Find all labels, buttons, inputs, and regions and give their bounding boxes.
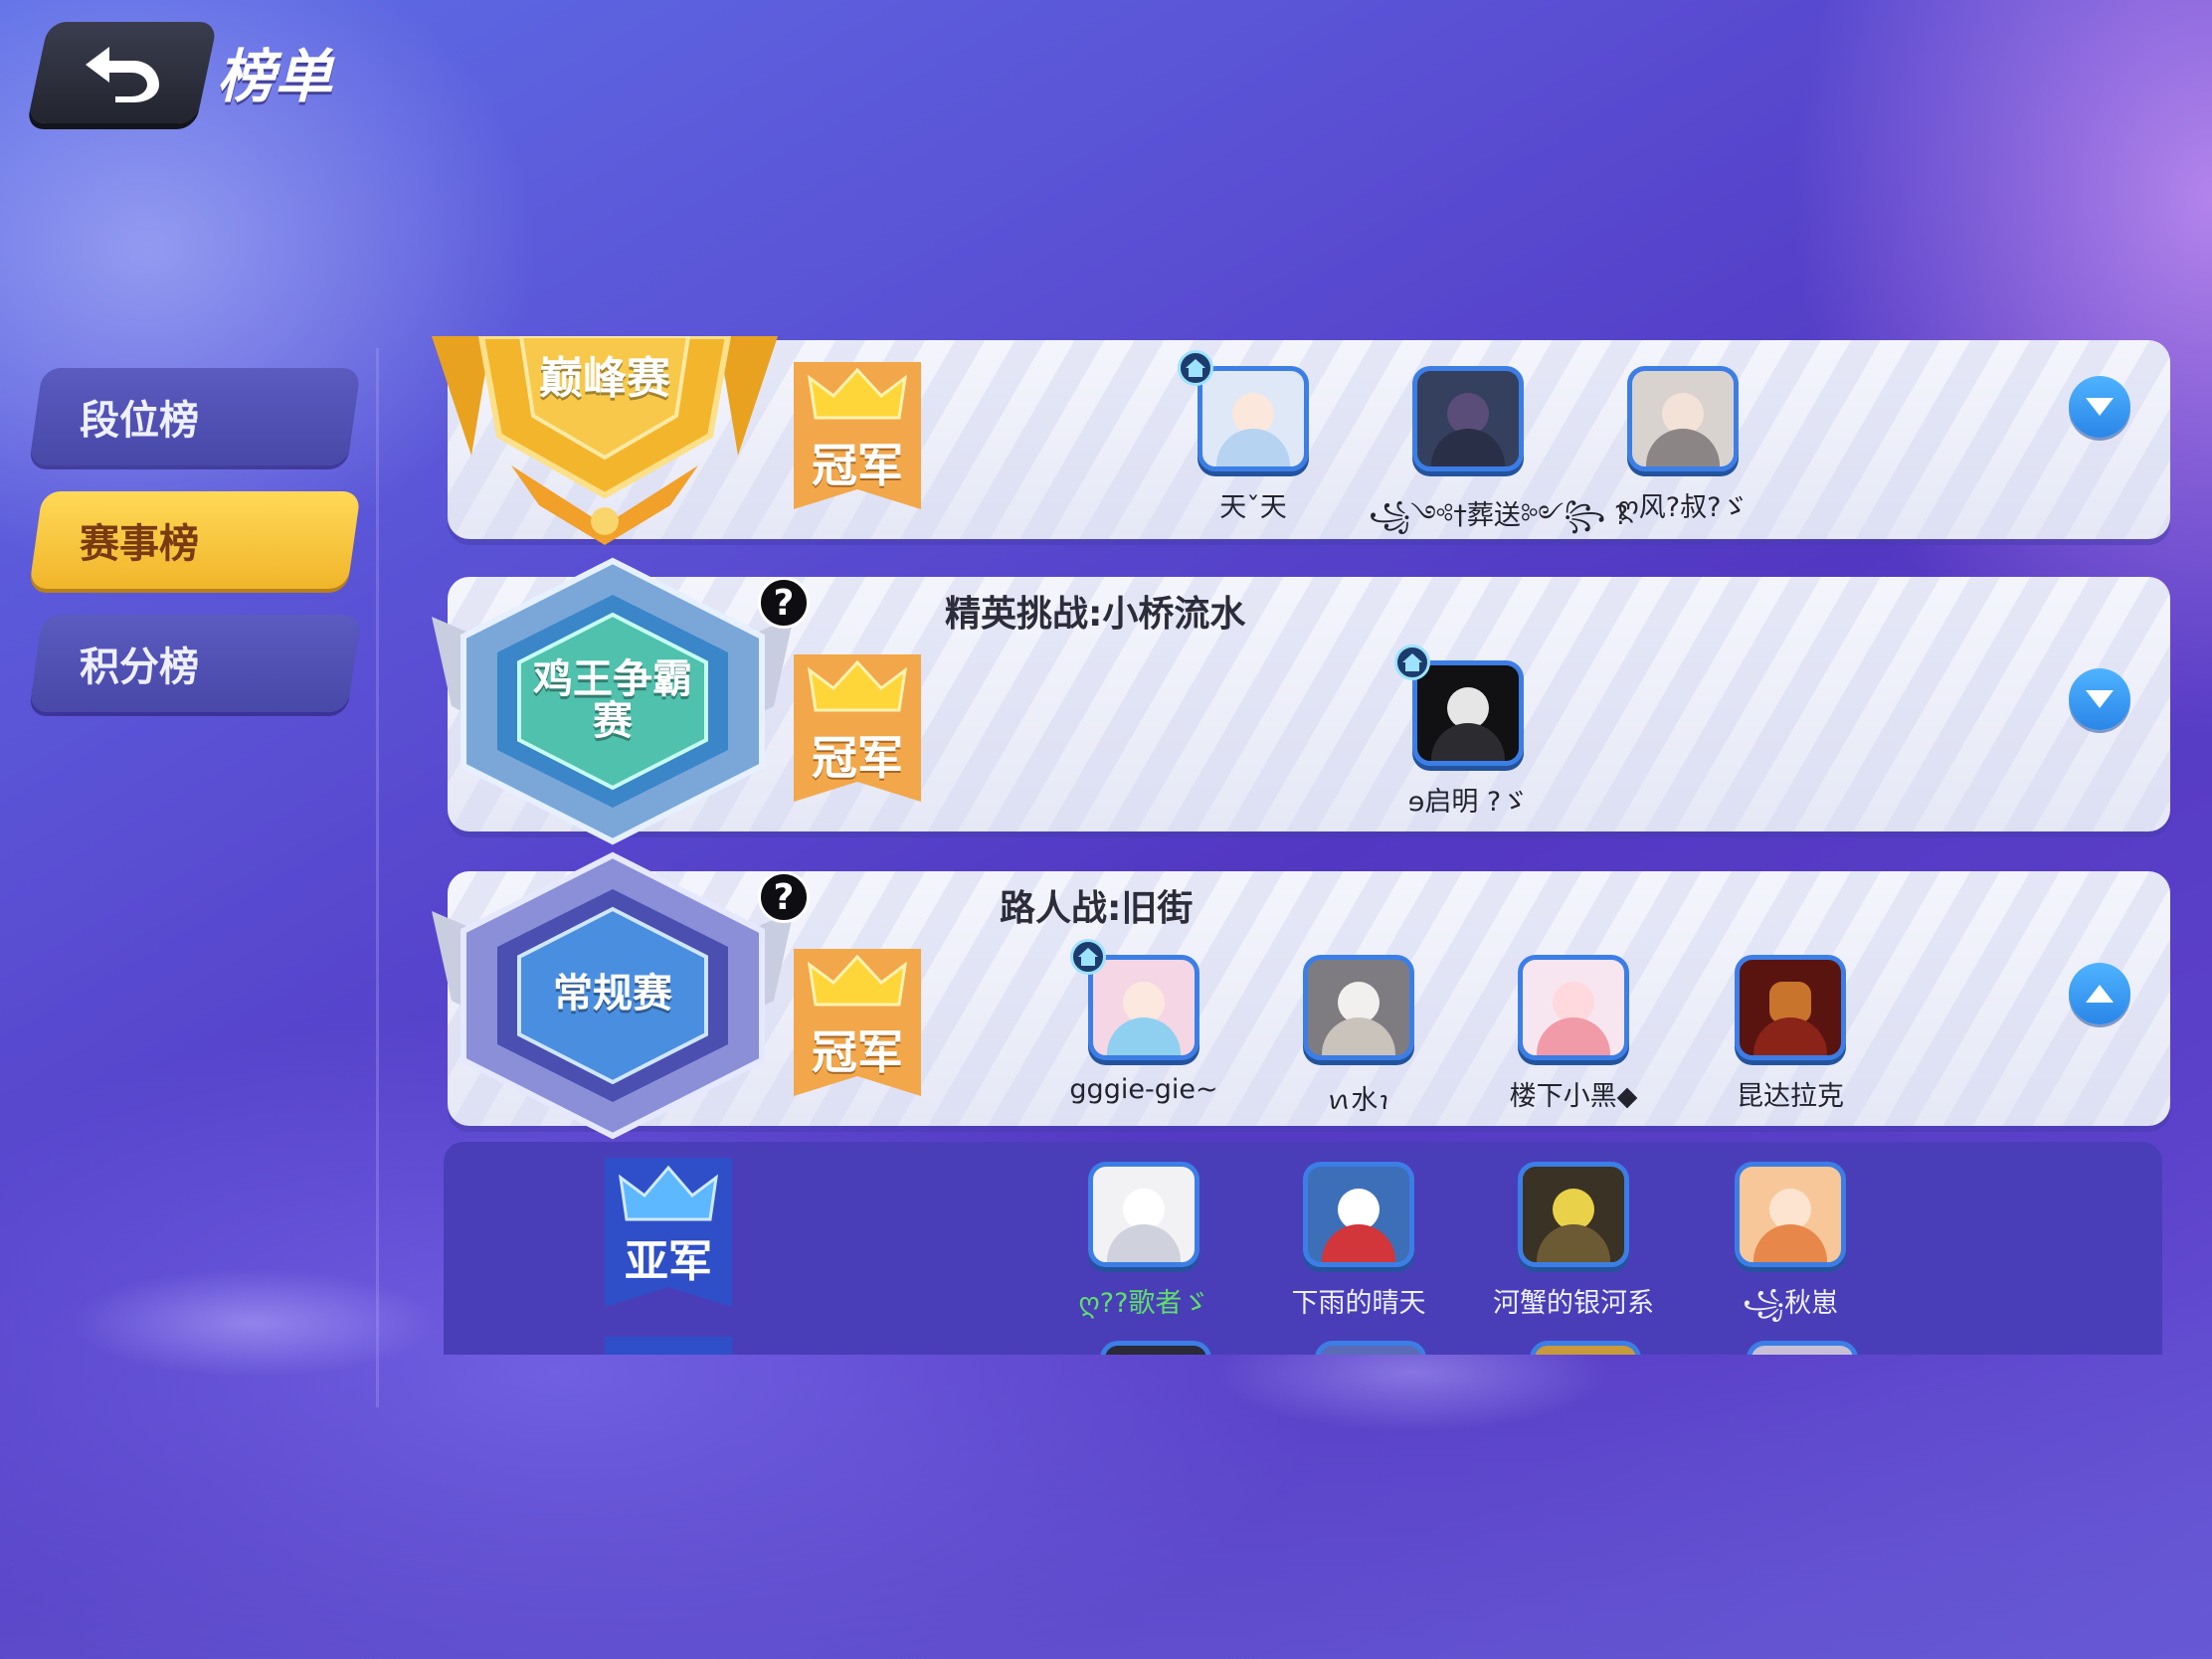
rank-label: 冠军 [812,439,903,492]
rank-label: 冠军 [812,1025,903,1079]
champion-ribbon: 冠军 [794,949,921,1096]
player-entry[interactable]: 楼下小黑◆ [1474,955,1673,1113]
sidebar-item-event-board[interactable]: 赛事榜 [29,491,361,589]
player-avatar[interactable] [1518,955,1629,1060]
expanded-results-panel: 亚军 ღ??歌者ゞ 下雨的晴天 河蟹的银河系 ꧁秋崽 [444,1142,2162,1355]
player-avatar[interactable] [1735,1162,1846,1267]
chevron-down-icon [2086,398,2114,416]
player-avatar[interactable] [1518,1162,1629,1267]
event-badge-regular: 常规赛 [432,851,794,1140]
event-title: 路人战:旧街 [1000,888,1194,929]
sidebar-item-label: 积分榜 [80,645,199,690]
player-name: ꧁༺†葬送༻꧂ ? [1369,500,1629,531]
player-entry[interactable]: ღ风?叔?ゞ [1583,366,1782,524]
player-avatar[interactable] [1088,1162,1199,1267]
event-badge-chicken-king: 鸡王争霸赛 [432,557,794,845]
player-name: 下雨的晴天 [1291,1288,1426,1319]
player-avatar[interactable] [1747,1341,1858,1355]
player-name: ɘ启明 ?ゞ [1407,787,1529,818]
player-entry[interactable]: 下雨的晴天 [1259,1162,1458,1320]
sidebar-item-points-board[interactable]: 积分榜 [29,615,361,712]
player-entry[interactable]: gggie-gie~ [1044,955,1243,1105]
player-avatar[interactable] [1303,1162,1414,1267]
event-title: 精英挑战:小桥流水 [945,594,1246,635]
home-icon [1394,645,1430,680]
player-entry[interactable]: ɘ启明 ?ゞ [1369,660,1567,819]
sidebar-item-label: 赛事榜 [80,521,199,567]
home-icon [1178,350,1213,386]
player-avatar[interactable] [1303,955,1414,1060]
back-arrow-icon [86,47,159,102]
player-avatar[interactable] [1530,1341,1641,1355]
player-name: gggie-gie~ [1069,1074,1218,1105]
event-badge-peak: 巅峰赛 [432,333,778,545]
player-entry[interactable]: ღ??歌者ゞ [1044,1162,1243,1320]
player-name: ღ??歌者ゞ [1078,1288,1209,1319]
collapse-toggle[interactable] [2069,963,2130,1024]
player-name: 河蟹的银河系 [1493,1288,1654,1319]
player-avatar[interactable] [1735,955,1846,1060]
player-avatar[interactable] [1412,660,1524,766]
expand-toggle[interactable] [2069,668,2130,730]
player-name: 昆达拉克 [1737,1081,1844,1112]
help-icon[interactable]: ? [758,577,810,629]
player-name: ღ风?叔?ゞ [1617,492,1749,523]
player-entry[interactable]: 昆达拉克 [1691,955,1890,1113]
page-title: 榜单 [217,43,333,110]
home-icon [1070,939,1106,975]
player-entry[interactable]: ꧁༺†葬送༻꧂ ? [1369,366,1629,561]
player-avatar[interactable] [1100,1341,1211,1355]
chevron-down-icon [2086,690,2114,708]
player-entry[interactable]: 河蟹的银河系 [1474,1162,1673,1320]
chevron-up-icon [2086,985,2114,1003]
stage-spotlight [70,1268,438,1378]
player-avatar[interactable] [1088,955,1199,1060]
player-entry[interactable]: ꧁秋崽 [1691,1162,1890,1337]
rank-label: 冠军 [812,731,903,785]
player-name: 楼下小黑◆ [1509,1081,1638,1112]
event-badge-label: 鸡王争霸赛 [533,656,692,744]
next-rank-ribbon [605,1337,732,1355]
champion-ribbon: 冠军 [794,654,921,802]
sidebar-item-rank-board[interactable]: 段位榜 [29,368,361,465]
rank-label: 亚军 [625,1236,712,1287]
player-name: 天ˇ天 [1219,492,1287,523]
sidebar-item-label: 段位榜 [80,398,199,444]
player-avatar[interactable] [1198,366,1309,471]
expand-toggle[interactable] [2069,376,2130,438]
event-badge-label: 常规赛 [553,971,672,1016]
player-avatar[interactable] [1627,366,1739,471]
player-name: ꧁秋崽 [1742,1288,1839,1319]
player-entry[interactable]: ꪕ水ꪱ [1259,955,1458,1131]
player-avatar[interactable] [1412,366,1524,471]
player-name: ꪕ水ꪱ [1327,1085,1390,1116]
help-icon[interactable]: ? [758,871,810,923]
runner-up-ribbon: 亚军 [605,1158,732,1307]
player-avatar[interactable] [1315,1341,1426,1355]
back-button[interactable] [27,22,218,123]
champion-ribbon: 冠军 [794,362,921,509]
sidebar-divider [376,348,379,1407]
event-badge-label: 巅峰赛 [539,353,670,404]
player-entry[interactable]: 天ˇ天 [1154,366,1353,524]
